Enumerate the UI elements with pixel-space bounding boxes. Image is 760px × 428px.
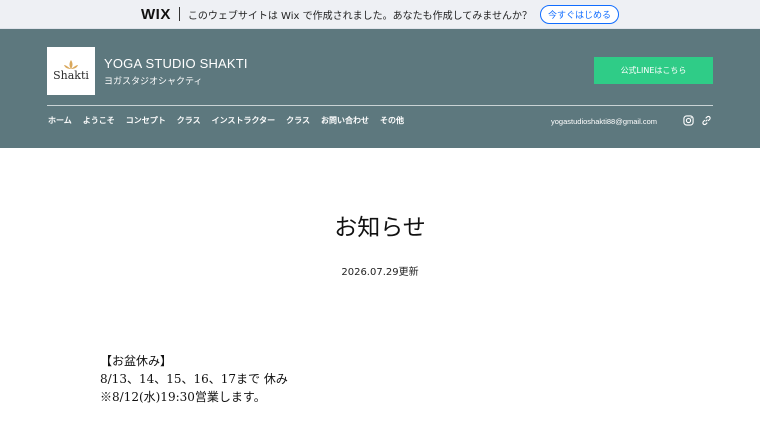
instagram-icon[interactable] (683, 115, 694, 126)
nav-item-instructor[interactable]: インストラクター (212, 115, 276, 126)
page-title: お知らせ (334, 215, 426, 241)
main-nav: ホーム ようこそ コンセプト クラス インストラクター クラス お問い合わせ そ… (48, 115, 404, 126)
header-divider (47, 105, 713, 106)
site-logo[interactable]: Shakti (47, 47, 95, 95)
lotus-icon (64, 60, 78, 69)
updated-date: 2026.07.29更新 (341, 267, 419, 278)
nav-item-welcome[interactable]: ようこそ (83, 115, 115, 126)
wix-logo[interactable]: WIX (141, 6, 171, 23)
site-header: Shakti YOGA STUDIO SHAKTI ヨガスタジオシャクティ 公式… (0, 29, 760, 148)
notice-text: 【お盆休み】 8/13、14、15、16、17まで 休み ※8/12(水)19:… (100, 352, 288, 406)
wix-start-button[interactable]: 今すぐはじめる (539, 4, 619, 24)
site-subtitle: ヨガスタジオシャクティ (104, 77, 203, 87)
notice-line: 8/13、14、15、16、17まで 休み (100, 372, 288, 386)
logo-wordmark: Shakti (53, 69, 89, 82)
nav-item-class-2[interactable]: クラス (286, 115, 310, 126)
nav-item-class[interactable]: クラス (177, 115, 201, 126)
site-title[interactable]: YOGA STUDIO SHAKTI (104, 56, 248, 71)
notice-heading: 【お盆休み】 (100, 354, 173, 368)
nav-item-concept[interactable]: コンセプト (126, 115, 166, 126)
notice-line: ※8/12(水)19:30営業します。 (100, 390, 266, 404)
wix-banner: WIX このウェブサイトは Wix で作成されました。あなたも作成してみませんか… (0, 0, 760, 29)
nav-item-more[interactable]: その他 (380, 115, 404, 126)
nav-item-contact[interactable]: お問い合わせ (321, 115, 369, 126)
link-icon[interactable] (701, 115, 712, 126)
line-official-button[interactable]: 公式LINEはこちら (594, 57, 713, 84)
wix-divider (178, 7, 180, 21)
wix-banner-text: このウェブサイトは Wix で作成されました。あなたも作成してみませんか？ (187, 10, 532, 22)
header-email[interactable]: yogastudioshakti88@gmail.com (551, 117, 657, 126)
nav-item-home[interactable]: ホーム (48, 115, 72, 126)
